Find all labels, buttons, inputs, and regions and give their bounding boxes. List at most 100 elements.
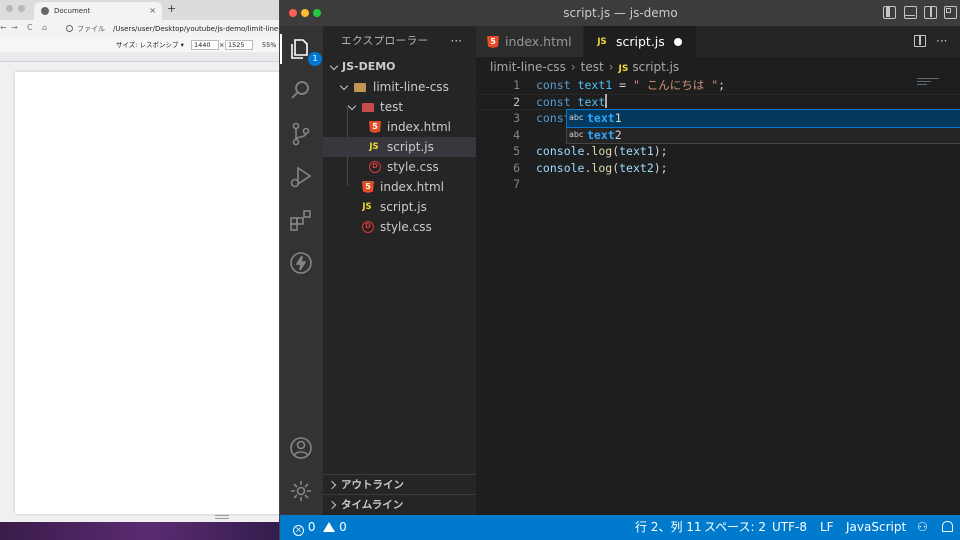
line-number: 6 [513, 160, 520, 175]
tree-file-test-index-html[interactable]: 5 index.html [323, 117, 476, 137]
browser-window: Document × + ← → C ⌂ ファイル/Users/user/Des… [0, 0, 300, 540]
forward-arrow-icon[interactable]: → [11, 23, 18, 32]
breadcrumb-item[interactable]: limit-line-css [490, 60, 566, 74]
code-line[interactable]: const text1 = " こんにちは "; [536, 77, 725, 94]
code-token: text1 [619, 144, 654, 158]
new-tab-button[interactable]: + [167, 2, 176, 15]
warning-count: 0 [339, 520, 347, 534]
chevron-right-icon [327, 480, 337, 490]
suggestion-rest: 2 [614, 128, 622, 142]
code-line[interactable]: const text [536, 93, 607, 111]
page-preview [15, 72, 300, 514]
chevron-right-icon [327, 500, 337, 510]
workspace-root[interactable]: JS-DEMO [323, 57, 476, 77]
indentation[interactable]: スペース: 2 [704, 515, 766, 540]
js-file-icon: JS [369, 142, 379, 152]
reload-icon[interactable]: C [27, 23, 33, 32]
browser-toolbar: ← → C ⌂ ファイル/Users/user/Desktop/youtube/… [0, 20, 300, 38]
desktop-background [0, 522, 300, 540]
active-indicator [280, 34, 282, 64]
code-token: log [591, 160, 613, 175]
customize-layout-icon[interactable] [944, 6, 957, 19]
editor-more-actions[interactable]: ··· [936, 34, 947, 48]
tree-item-label: index.html [380, 180, 444, 194]
account-icon[interactable] [288, 435, 314, 461]
html-file-icon: 5 [369, 121, 381, 133]
device-width-input[interactable]: 1440 [191, 40, 219, 50]
js-file-icon: JS [618, 64, 629, 74]
tree-file-script-js[interactable]: JS script.js [323, 197, 476, 217]
home-icon[interactable]: ⌂ [42, 23, 47, 32]
browser-close-light[interactable] [6, 5, 13, 12]
tree-file-style-css[interactable]: D style.css [323, 217, 476, 237]
code-line[interactable]: console.log(text1); [536, 143, 668, 160]
tab-label: index.html [505, 34, 572, 49]
tree-file-index-html[interactable]: 5 index.html [323, 177, 476, 197]
explorer-more-actions[interactable]: ··· [451, 26, 462, 56]
code-token: const [536, 94, 578, 109]
language-mode[interactable]: JavaScript [846, 515, 906, 540]
code-token: console [536, 160, 585, 175]
line-number: 4 [513, 127, 520, 142]
minimap[interactable] [917, 77, 947, 97]
address-bar[interactable]: ファイル/Users/user/Desktop/youtube/js-demo/… [60, 23, 300, 35]
feedback-icon[interactable]: ⚇ [917, 515, 928, 540]
suggestion-match: text [587, 128, 615, 142]
source-control-icon[interactable] [288, 121, 314, 147]
chevron-right-icon: › [608, 60, 614, 74]
suggestion-item[interactable]: abc text1 [566, 109, 960, 128]
run-debug-icon[interactable] [288, 164, 314, 190]
tree-file-test-style-css[interactable]: D style.css [323, 157, 476, 177]
extensions-icon[interactable] [288, 207, 314, 233]
resize-handle[interactable] [215, 515, 229, 519]
browser-minimize-light[interactable] [18, 5, 25, 12]
code-token: text [577, 94, 606, 109]
tree-item-label: limit-line-css [373, 80, 449, 94]
breadcrumb-item[interactable]: test [581, 60, 604, 74]
toggle-panel-icon[interactable] [904, 6, 917, 19]
code-token: const [536, 78, 578, 92]
css-file-icon: D [362, 221, 374, 233]
outline-section[interactable]: アウトライン [323, 474, 476, 494]
end-of-line[interactable]: LF [820, 515, 834, 540]
code-line[interactable]: console.log(text2); [536, 160, 668, 177]
tab-script-js[interactable]: JS script.js [584, 26, 696, 57]
toggle-secondary-sidebar-icon[interactable] [924, 6, 937, 19]
browser-tab[interactable]: Document × [34, 2, 162, 20]
tree-item-label: index.html [387, 120, 451, 134]
toggle-sidebar-icon[interactable] [883, 6, 896, 19]
tree-folder-limit-line-css[interactable]: limit-line-css [323, 77, 476, 97]
tree-item-label: style.css [387, 160, 439, 174]
encoding[interactable]: UTF-8 [772, 515, 807, 540]
activity-bar: 1 [280, 26, 323, 515]
tree-folder-test[interactable]: test [323, 97, 476, 117]
suggestion-item[interactable]: abc text2 [567, 127, 960, 144]
unsaved-dot-icon[interactable] [674, 38, 682, 46]
split-editor-icon[interactable] [914, 35, 926, 47]
device-height-input[interactable]: 1525 [225, 40, 253, 50]
outline-label: アウトライン [341, 479, 404, 491]
close-icon[interactable]: × [149, 2, 156, 20]
back-arrow-icon[interactable]: ← [0, 23, 7, 32]
code-token: log [591, 144, 613, 158]
cursor-position[interactable]: 行 2、列 11 [635, 515, 702, 540]
explorer-icon[interactable]: 1 [288, 36, 322, 66]
url-scheme-label: ファイル [77, 25, 105, 33]
tree-file-test-script-js[interactable]: JS script.js [323, 137, 476, 157]
device-size-select[interactable]: サイズ: レスポンシブ ▾ [116, 38, 184, 52]
bell-icon[interactable] [942, 515, 953, 540]
info-icon[interactable] [66, 25, 73, 32]
browser-viewport [0, 62, 300, 524]
breadcrumb: limit-line-css › test › JS script.js [476, 57, 960, 77]
search-icon[interactable] [288, 78, 314, 104]
breadcrumb-item[interactable]: script.js [632, 60, 679, 74]
tab-index-html[interactable]: 5 index.html [476, 26, 584, 57]
timeline-section[interactable]: タイムライン [323, 494, 476, 514]
code-token: ; [718, 78, 726, 92]
problems-indicator[interactable]: × 0 0 [293, 515, 347, 540]
code-token: text2 [619, 160, 654, 175]
manage-gear-icon[interactable] [288, 478, 314, 504]
lightning-icon[interactable] [288, 250, 314, 276]
workspace-root-label: JS-DEMO [342, 60, 396, 73]
window-title: script.js — js-demo [563, 6, 678, 20]
